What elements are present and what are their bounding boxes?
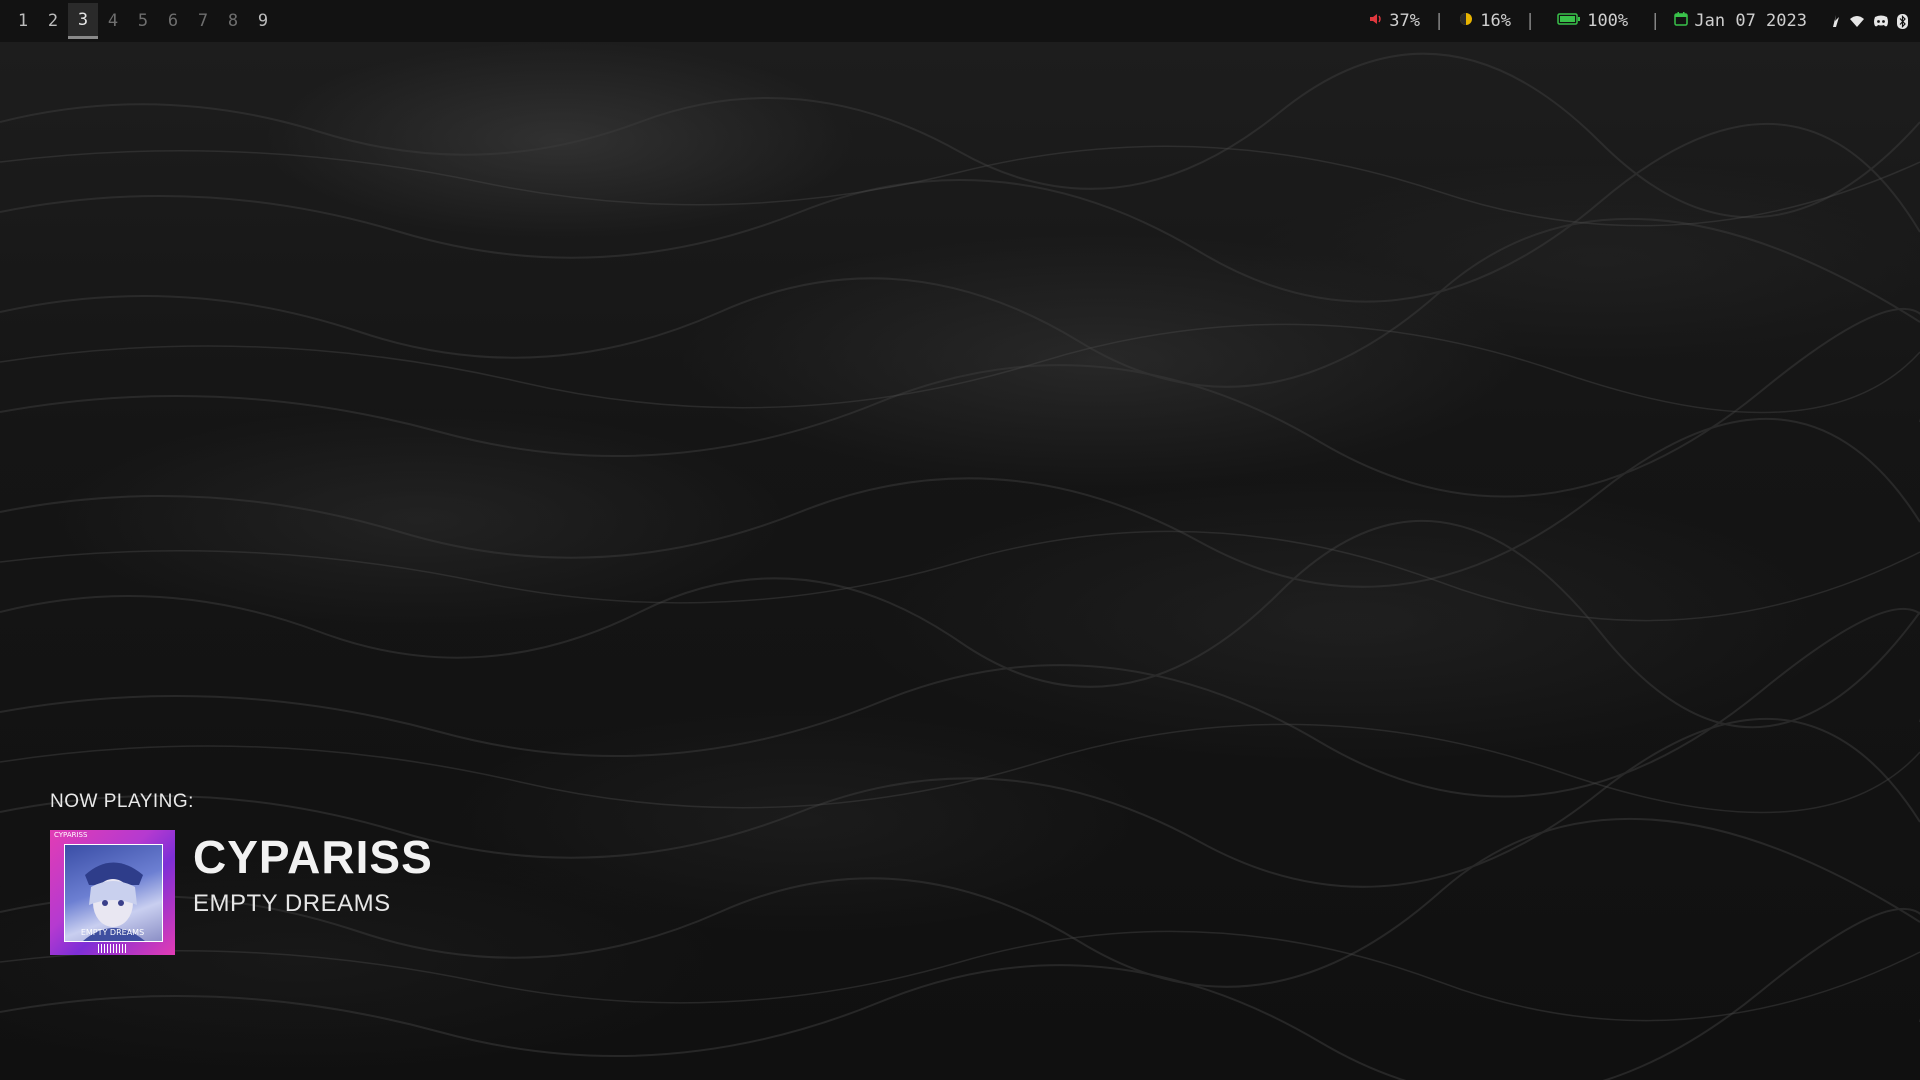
bluetooth-icon[interactable] [1897,13,1908,29]
character-illustration-icon [83,862,145,941]
brightness-value: 16% [1480,11,1511,31]
now-playing-label: NOW PLAYING: [50,791,194,812]
workspace-8[interactable]: 8 [218,3,248,39]
workspace-3[interactable]: 3 [68,3,98,39]
album-cover: CYPARISS EMPTY DREAMS [50,830,175,955]
discord-icon[interactable] [1873,15,1889,28]
wallpaper-waves [0,52,1920,1080]
desktop: 1 2 3 4 5 6 7 8 9 37% | 16% | 100% | Jan… [0,0,1920,1080]
status-area: 37% | 16% | 100% | Jan 07 2023 [1369,0,1908,42]
workspace-list: 1 2 3 4 5 6 7 8 9 [8,0,278,42]
separator: | [1524,11,1536,31]
workspace-6[interactable]: 6 [158,3,188,39]
brightness-icon [1458,11,1474,32]
system-tray [1829,13,1908,29]
top-bar: 1 2 3 4 5 6 7 8 9 37% | 16% | 100% | Jan… [0,0,1920,42]
separator: | [1650,11,1661,31]
separator: | [1433,11,1445,31]
workspace-7[interactable]: 7 [188,3,218,39]
battery-value: 100% [1587,11,1629,31]
workspace-5[interactable]: 5 [128,3,158,39]
cover-tag: CYPARISS [54,831,88,839]
workspace-4[interactable]: 4 [98,3,128,39]
speaker-icon [1369,11,1383,31]
wifi-icon[interactable] [1849,15,1865,28]
workspace-2[interactable]: 2 [38,3,68,39]
workspace-9[interactable]: 9 [248,3,278,39]
calendar-icon [1674,11,1689,31]
track-subtitle: EMPTY DREAMS [193,890,391,917]
date-value: Jan 07 2023 [1694,11,1807,31]
date-module[interactable]: Jan 07 2023 [1674,11,1807,31]
battery-module[interactable]: 100% [1557,11,1628,31]
cover-caption: EMPTY DREAMS [80,928,145,937]
battery-icon [1557,11,1581,31]
workspace-1[interactable]: 1 [8,3,38,39]
volume-module[interactable]: 37% [1369,11,1420,31]
brightness-module[interactable]: 16% [1458,11,1511,32]
flame-icon[interactable] [1829,14,1841,28]
volume-value: 37% [1389,11,1420,31]
barcode-icon [98,944,128,953]
track-title: CYPARISS [193,831,433,883]
